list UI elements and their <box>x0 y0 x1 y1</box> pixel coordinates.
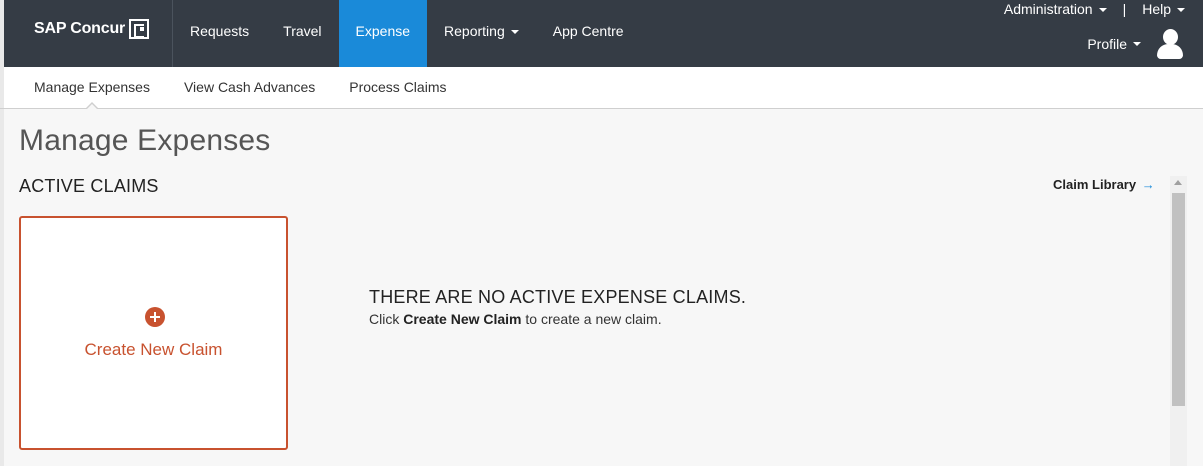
page-title: Manage Expenses <box>19 124 271 157</box>
administration-label: Administration <box>1003 1 1093 17</box>
window-edge <box>0 0 4 67</box>
subnav-label: Manage Expenses <box>34 79 150 95</box>
nav-item-label: App Centre <box>552 23 624 39</box>
subnav-label: View Cash Advances <box>183 79 316 95</box>
brand-name: SAP Concur <box>34 20 126 37</box>
top-navigation-bar: SAP Concur Requests Travel Expense Repor… <box>0 0 1203 67</box>
sub-navigation: Manage Expenses View Cash Advances Proce… <box>0 67 1203 110</box>
subnav-process-claims[interactable]: Process Claims <box>332 67 463 108</box>
nav-item-label: Requests <box>190 23 250 39</box>
empty-text-suffix: to create a new claim. <box>521 311 662 327</box>
utility-menu: Administration | Help <box>1004 0 1185 18</box>
avatar-icon <box>1155 28 1185 60</box>
chevron-down-icon <box>1133 42 1141 46</box>
empty-state-text: Click Create New Claim to create a new c… <box>369 311 662 327</box>
chevron-down-icon <box>1177 8 1185 13</box>
chevron-down-icon <box>510 30 519 35</box>
vertical-scrollbar[interactable] <box>1170 176 1187 466</box>
nav-item-travel[interactable]: Travel <box>266 0 338 67</box>
nav-item-label: Travel <box>283 23 322 39</box>
scroll-thumb[interactable] <box>1172 193 1185 406</box>
plus-circle-icon <box>145 307 165 327</box>
main-nav: Requests Travel Expense Reporting App Ce… <box>173 0 641 67</box>
arrow-right-icon: → <box>1141 177 1155 192</box>
administration-menu[interactable]: Administration <box>1004 1 1107 17</box>
nav-item-label: Expense <box>355 23 411 39</box>
section-title-active-claims: ACTIVE CLAIMS <box>19 176 159 196</box>
subnav-items: Manage Expenses View Cash Advances Proce… <box>17 67 463 110</box>
profile-label: Profile <box>1087 36 1127 52</box>
scroll-up-icon[interactable] <box>1174 180 1182 185</box>
empty-text-bold: Create New Claim <box>403 311 522 327</box>
profile-menu[interactable]: Profile <box>1087 28 1185 60</box>
empty-state-title: THERE ARE NO ACTIVE EXPENSE CLAIMS. <box>369 287 747 307</box>
help-menu[interactable]: Help <box>1142 1 1185 17</box>
nav-item-requests[interactable]: Requests <box>173 0 266 67</box>
subnav-manage-expenses[interactable]: Manage Expenses <box>17 67 167 110</box>
window-edge <box>0 67 4 108</box>
nav-item-reporting[interactable]: Reporting <box>427 0 536 67</box>
sap-concur-logo[interactable]: SAP Concur <box>34 19 150 39</box>
window-edge <box>0 109 4 466</box>
create-new-claim-label: Create New Claim <box>84 340 223 359</box>
claim-library-label: Claim Library <box>1053 177 1137 192</box>
create-new-claim-card[interactable]: Create New Claim <box>19 216 288 450</box>
nav-item-expense[interactable]: Expense <box>338 0 428 67</box>
claim-library-link[interactable]: Claim Library → <box>1053 177 1155 192</box>
empty-text-prefix: Click <box>369 311 404 327</box>
nav-item-app-centre[interactable]: App Centre <box>536 0 641 67</box>
help-label: Help <box>1142 1 1171 17</box>
chevron-down-icon <box>1098 8 1107 13</box>
subnav-view-cash-advances[interactable]: View Cash Advances <box>167 67 332 108</box>
subnav-label: Process Claims <box>349 79 447 95</box>
nav-item-label: Reporting <box>444 23 505 39</box>
concur-c-icon <box>129 19 150 39</box>
utility-separator: | <box>1122 1 1127 17</box>
